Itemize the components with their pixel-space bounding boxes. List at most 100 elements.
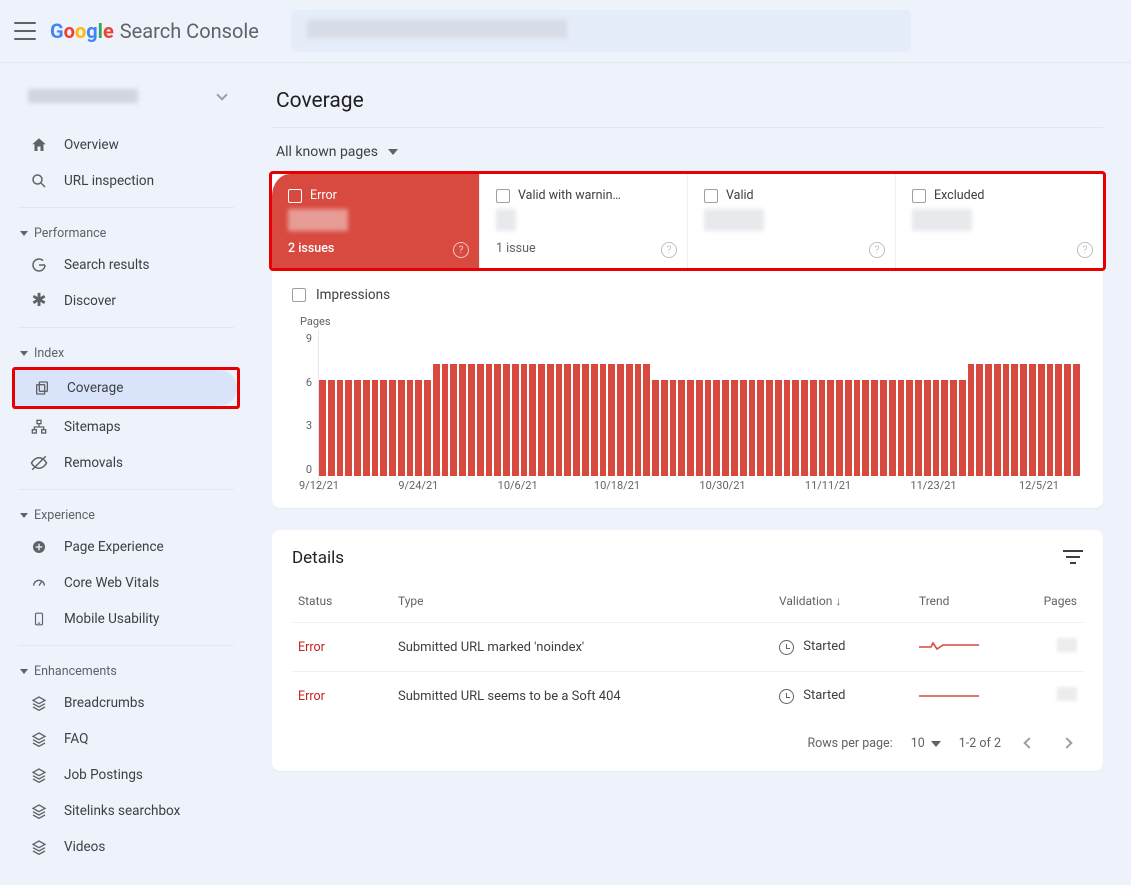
checkbox-icon[interactable]: [912, 189, 926, 203]
sidebar-item-label: Page Experience: [64, 539, 164, 555]
details-table: Status Type Validation ↓ Trend Pages Err…: [292, 586, 1083, 720]
annotation-highlight: Error 2 issues ? Valid with warnin… 1 is…: [269, 171, 1106, 271]
sidebar-item-breadcrumbs[interactable]: Breadcrumbs: [12, 685, 240, 721]
copy-pages-icon: [33, 379, 51, 397]
next-page-button[interactable]: [1057, 730, 1077, 757]
annotation-highlight: Coverage: [12, 367, 240, 409]
sidebar-item-job-postings[interactable]: Job Postings: [12, 757, 240, 793]
chevron-down-icon: [388, 149, 398, 155]
redacted-text: [704, 209, 764, 231]
phone-icon: [30, 610, 48, 628]
trend-sparkline: [913, 623, 1023, 672]
chevron-down-icon: [931, 741, 941, 747]
divider: [272, 127, 1103, 128]
help-icon[interactable]: ?: [661, 242, 677, 258]
pages-value: [1023, 672, 1083, 721]
checkbox-icon[interactable]: [496, 189, 510, 203]
col-status[interactable]: Status: [292, 586, 392, 623]
checkbox-icon[interactable]: [288, 189, 302, 203]
col-validation[interactable]: Validation ↓: [773, 586, 913, 623]
tab-valid-with-warnings[interactable]: Valid with warnin… 1 issue ?: [480, 174, 688, 268]
help-icon[interactable]: ?: [453, 242, 469, 258]
sitemap-icon: [30, 418, 48, 436]
impressions-toggle[interactable]: Impressions: [272, 271, 1103, 309]
sidebar-item-discover[interactable]: ✱ Discover: [12, 283, 240, 319]
redacted-text: [288, 209, 348, 231]
group-experience[interactable]: Experience: [6, 498, 246, 529]
url-inspect-search[interactable]: [291, 10, 911, 52]
group-enhancements[interactable]: Enhancements: [6, 654, 246, 685]
y-axis-label: Pages: [300, 315, 1079, 328]
chart-bars: [319, 332, 1079, 476]
divider: [18, 327, 234, 328]
sidebar-item-label: Coverage: [67, 380, 123, 396]
chevron-right-icon: [1061, 737, 1072, 748]
divider: [18, 207, 234, 208]
sidebar-item-removals[interactable]: Removals: [12, 445, 240, 481]
circle-plus-icon: [30, 538, 48, 556]
sidebar-item-overview[interactable]: Overview: [12, 127, 240, 163]
speedometer-icon: [30, 574, 48, 592]
tab-label: Valid with warnin…: [518, 188, 621, 203]
clock-icon: [779, 640, 794, 655]
help-icon[interactable]: ?: [1077, 242, 1093, 258]
sidebar-item-sitemaps[interactable]: Sitemaps: [12, 409, 240, 445]
table-row[interactable]: ErrorSubmitted URL seems to be a Soft 40…: [292, 672, 1083, 721]
checkbox-icon[interactable]: [704, 189, 718, 203]
tab-label: Error: [310, 188, 337, 203]
pages-value: [1023, 623, 1083, 672]
sidebar-item-page-experience[interactable]: Page Experience: [12, 529, 240, 565]
tab-issue-count: 1 issue: [496, 241, 671, 256]
checkbox-icon[interactable]: [292, 288, 306, 302]
sidebar-item-label: Videos: [64, 839, 105, 855]
layers-icon: [30, 838, 48, 856]
sidebar-item-label: Discover: [64, 293, 116, 309]
group-index[interactable]: Index: [6, 336, 246, 367]
sidebar-item-search-results[interactable]: Search results: [12, 247, 240, 283]
sidebar-item-mobile-usability[interactable]: Mobile Usability: [12, 601, 240, 637]
tab-valid[interactable]: Valid ?: [688, 174, 896, 268]
impressions-label: Impressions: [316, 287, 390, 303]
menu-icon[interactable]: [14, 22, 36, 40]
sidebar-item-label: Mobile Usability: [64, 611, 159, 627]
col-trend[interactable]: Trend: [913, 586, 1023, 623]
sidebar-item-core-web-vitals[interactable]: Core Web Vitals: [12, 565, 240, 601]
sidebar-item-url-inspection[interactable]: URL inspection: [12, 163, 240, 199]
trend-sparkline: [913, 672, 1023, 721]
chevron-left-icon: [1023, 737, 1034, 748]
layers-icon: [30, 766, 48, 784]
divider: [18, 645, 234, 646]
main-content: Coverage All known pages Error 2 issues …: [252, 63, 1131, 885]
page-filter-dropdown[interactable]: All known pages: [276, 144, 1103, 160]
status-tabs: Error 2 issues ? Valid with warnin… 1 is…: [272, 174, 1103, 268]
rows-per-page-select[interactable]: 10: [911, 736, 941, 751]
table-pager: Rows per page: 10 1-2 of 2: [292, 720, 1083, 761]
caret-down-icon: [20, 513, 28, 518]
sidebar-item-videos[interactable]: Videos: [12, 829, 240, 865]
sidebar: Overview URL inspection Performance Sear…: [0, 63, 252, 885]
google-logo-text: Google: [50, 19, 114, 43]
rows-per-page-label: Rows per page:: [807, 736, 892, 751]
sidebar-item-coverage[interactable]: Coverage: [15, 370, 237, 406]
filter-icon[interactable]: [1063, 550, 1083, 566]
col-type[interactable]: Type: [392, 586, 773, 623]
details-card: Details Status Type Validation ↓ Trend P…: [272, 530, 1103, 771]
sidebar-item-sitelinks-searchbox[interactable]: Sitelinks searchbox: [12, 793, 240, 829]
x-axis-ticks: 9/12/219/24/2110/6/2110/18/2110/30/2111/…: [319, 479, 1079, 492]
help-icon[interactable]: ?: [869, 242, 885, 258]
tab-excluded[interactable]: Excluded ?: [896, 174, 1103, 268]
sort-arrow-icon: ↓: [835, 594, 841, 608]
google-g-icon: [30, 256, 48, 274]
search-icon: [30, 172, 48, 190]
tab-error[interactable]: Error 2 issues ?: [272, 174, 480, 268]
prev-page-button[interactable]: [1019, 730, 1039, 757]
table-row[interactable]: ErrorSubmitted URL marked 'noindex' Star…: [292, 623, 1083, 672]
sidebar-item-label: Sitemaps: [64, 419, 121, 435]
group-performance[interactable]: Performance: [6, 216, 246, 247]
property-selector[interactable]: [14, 77, 238, 117]
sidebar-item-label: Search results: [64, 257, 150, 273]
col-pages[interactable]: Pages: [1023, 586, 1083, 623]
layers-icon: [30, 802, 48, 820]
redacted-text: [496, 209, 516, 231]
sidebar-item-faq[interactable]: FAQ: [12, 721, 240, 757]
